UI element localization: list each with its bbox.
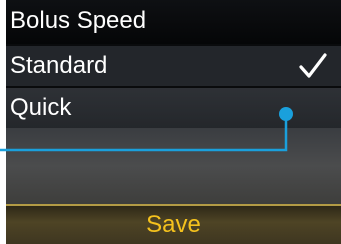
menu-item-quick[interactable]: Quick <box>6 88 341 128</box>
device-screen: Bolus Speed Standard Quick Save <box>6 0 341 244</box>
save-button-label: Save <box>146 211 201 238</box>
screen-header: Bolus Speed <box>6 0 341 44</box>
menu-item-label: Quick <box>10 94 72 121</box>
save-button[interactable]: Save <box>6 204 341 244</box>
menu-item-standard[interactable]: Standard <box>6 46 341 86</box>
empty-area <box>6 128 341 204</box>
checkmark-icon <box>299 53 327 78</box>
stage: Bolus Speed Standard Quick Save <box>0 0 341 244</box>
page-title: Bolus Speed <box>10 7 147 34</box>
menu-item-label: Standard <box>10 52 108 79</box>
